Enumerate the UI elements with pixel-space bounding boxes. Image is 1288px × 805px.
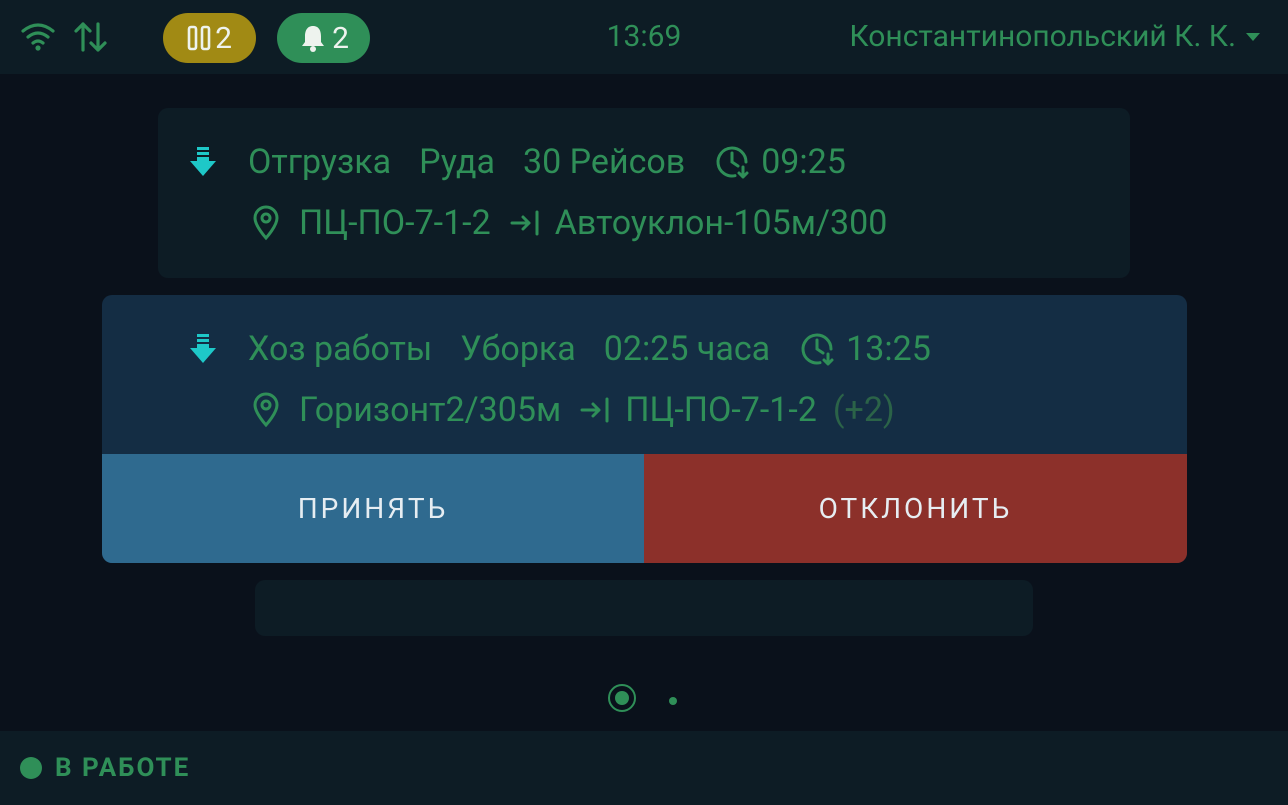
task-card[interactable]: Отгрузка Руда 30 Рейсов 09:25 ПЦ-ПО-7-1-…: [158, 108, 1130, 278]
route-to: Автоуклон-105м/300: [554, 203, 888, 243]
accept-button[interactable]: ПРИНЯТЬ: [102, 454, 644, 563]
up-down-arrows-icon: [74, 22, 107, 52]
task-type: Хоз работы: [248, 329, 433, 369]
caret-down-icon: [1246, 33, 1260, 41]
task-card-collapsed[interactable]: [255, 580, 1033, 636]
pause-counter-badge[interactable]: 2: [163, 13, 256, 63]
task-header-row: Отгрузка Руда 30 Рейсов 09:25: [188, 142, 846, 182]
route-from: Горизонт2/305м: [299, 390, 562, 430]
arrow-to-line-icon: [509, 208, 541, 238]
task-amount: 02:25 часа: [603, 329, 771, 369]
task-material: Руда: [419, 142, 496, 182]
route-extra-count: (+2): [832, 390, 895, 430]
pager-dot-active[interactable]: [608, 684, 636, 712]
clock-icon: [798, 330, 836, 368]
route-to: ПЦ-ПО-7-1-2: [625, 390, 817, 430]
notification-count: 2: [332, 20, 349, 56]
arrow-to-line-icon: [579, 395, 611, 425]
user-name: Константинопольский К. К.: [849, 19, 1236, 54]
user-menu[interactable]: Константинопольский К. К.: [849, 19, 1260, 55]
task-route-row: ПЦ-ПО-7-1-2 Автоуклон-105м/300: [251, 203, 887, 243]
clock-icon: [713, 143, 751, 181]
screen: 2 2 13:69 Константинопольский К. К. Отгр…: [0, 0, 1288, 805]
download-arrow-icon: [188, 332, 218, 366]
location-pin-icon: [251, 392, 281, 428]
notifications-badge[interactable]: 2: [277, 13, 370, 63]
task-header-row: Хоз работы Уборка 02:25 часа 13:25: [188, 329, 931, 369]
task-time: 13:25: [846, 329, 931, 369]
task-card-selected[interactable]: Хоз работы Уборка 02:25 часа 13:25 Гориз…: [102, 295, 1187, 563]
pause-icon: [187, 25, 211, 51]
task-route-row: Горизонт2/305м ПЦ-ПО-7-1-2 (+2): [251, 390, 895, 430]
task-actions: ПРИНЯТЬ ОТКЛОНИТЬ: [102, 454, 1187, 563]
work-status[interactable]: В РАБОТЕ: [55, 753, 190, 783]
top-status-bar: 2 2 13:69 Константинопольский К. К.: [0, 0, 1288, 74]
pager-dot[interactable]: [669, 697, 677, 705]
status-indicator-icon: [20, 757, 42, 779]
task-amount: 30 Рейсов: [523, 142, 686, 182]
task-type: Отгрузка: [248, 142, 392, 182]
reject-button[interactable]: ОТКЛОНИТЬ: [644, 454, 1187, 563]
task-time: 09:25: [761, 142, 846, 182]
wifi-icon: [21, 23, 55, 51]
clock: 13:69: [606, 19, 682, 54]
pause-count: 2: [215, 20, 232, 56]
location-pin-icon: [251, 205, 281, 241]
bottom-status-bar: В РАБОТЕ: [0, 731, 1288, 805]
bell-icon: [302, 26, 325, 52]
task-material: Уборка: [460, 329, 576, 369]
route-from: ПЦ-ПО-7-1-2: [299, 203, 491, 243]
download-arrow-icon: [188, 145, 218, 179]
